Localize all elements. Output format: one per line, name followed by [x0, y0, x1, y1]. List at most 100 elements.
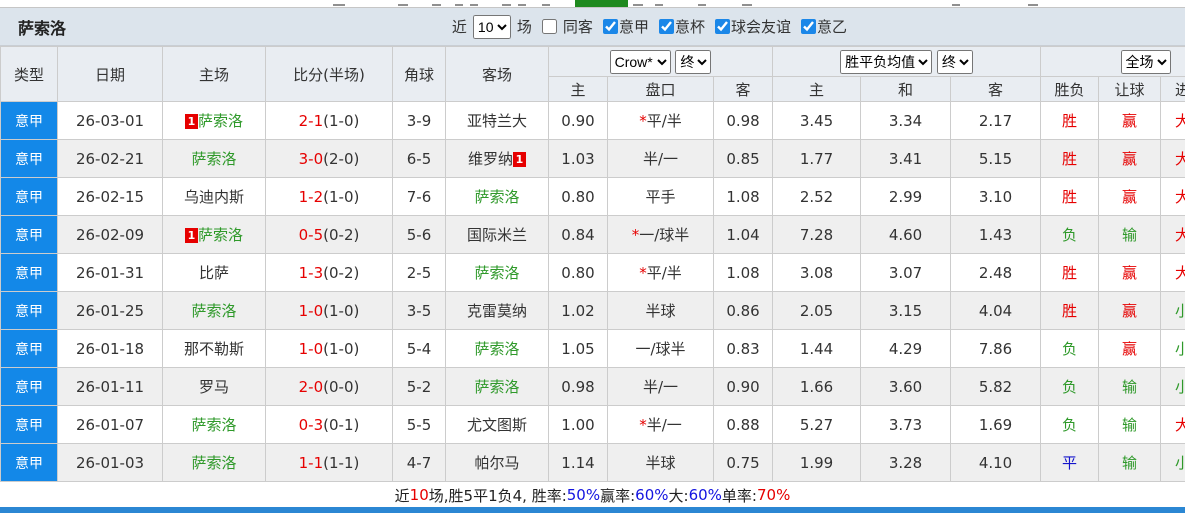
serie-a-checkbox[interactable]: [602, 19, 618, 34]
goals-cell: 大: [1160, 253, 1185, 292]
league-cell: 意甲: [0, 291, 58, 330]
score-cell: 0-3(0-1): [265, 405, 393, 444]
home-team-cell: 那不勒斯: [162, 329, 266, 368]
corner-cell: 3-9: [392, 101, 446, 140]
ah-line-cell: 一/球半: [607, 329, 714, 368]
same-away-checkbox[interactable]: [541, 19, 557, 34]
corner-cell: 7-6: [392, 177, 446, 216]
coppa-checkbox[interactable]: [658, 19, 674, 34]
scope-group-header: 全场: [1040, 46, 1185, 77]
summary-segment: 场,胜5平1负4, 胜率:: [428, 486, 567, 505]
home-team-cell: 罗马: [162, 367, 266, 406]
away-team-cell: 维罗纳 1: [445, 139, 549, 178]
away-team-cell: 萨索洛: [445, 367, 549, 406]
friendly-checkbox[interactable]: [714, 19, 730, 34]
avg-away-cell: 1.69: [950, 405, 1042, 444]
date-cell: 26-01-18: [57, 329, 163, 368]
handicap-result-cell: 赢: [1098, 291, 1162, 330]
ah-away-odds-cell: 0.86: [712, 291, 774, 330]
corner-cell: 5-5: [392, 405, 446, 444]
avg-away-cell: 1.43: [950, 215, 1042, 254]
league-option-serie-a[interactable]: 意甲: [597, 16, 649, 37]
corner-cell: 5-4: [392, 329, 446, 368]
avg-draw-cell: 3.28: [860, 443, 952, 482]
league-option-coppa[interactable]: 意杯: [653, 16, 705, 37]
league-cell: 意甲: [0, 101, 58, 140]
clipped-green-cell: [575, 0, 628, 7]
avg-away-cell: 2.17: [950, 101, 1042, 140]
red-card-badge: 1: [513, 152, 526, 167]
match-row: 意甲 26-01-03 萨索洛 1-1(1-1) 4-7 帕尔马 1.14 半球 0.75 1.9…: [0, 443, 1185, 482]
near-label: 近: [451, 18, 467, 36]
col-header-avg-away: 客: [950, 76, 1042, 102]
ah-line-cell: *一/球半: [607, 215, 714, 254]
goals-cell: 大: [1160, 177, 1185, 216]
home-team-cell: 1 萨索洛: [162, 101, 266, 140]
away-team-cell: 萨索洛: [445, 329, 549, 368]
col-header-date: 日期: [57, 46, 163, 102]
ah-away-odds-cell: 0.75: [712, 443, 774, 482]
summary-segment: 60%: [635, 486, 669, 504]
col-header-goals: 进球: [1160, 76, 1185, 102]
summary-segment: 单率:: [721, 486, 757, 505]
result-cell: 负: [1040, 405, 1100, 444]
avg-draw-cell: 2.99: [860, 177, 952, 216]
ah-home-odds-cell: 0.80: [548, 177, 608, 216]
date-cell: 26-01-31: [57, 253, 163, 292]
goals-cell: 小: [1160, 367, 1185, 406]
ah-away-odds-cell: 1.04: [712, 215, 774, 254]
avg-away-cell: 5.82: [950, 367, 1042, 406]
red-card-badge: 1: [184, 228, 198, 243]
goals-cell: 小: [1160, 329, 1185, 368]
score-cell: 2-0(0-0): [265, 367, 393, 406]
col-header-avg-draw: 和: [860, 76, 952, 102]
ah-line-cell: 半/一: [607, 367, 714, 406]
score-cell: 1-0(1-0): [265, 291, 393, 330]
result-cell: 平: [1040, 443, 1100, 482]
clipped-row-above: [0, 0, 1185, 8]
avg-home-cell: 1.99: [772, 443, 862, 482]
match-row: 意甲 26-03-01 1 萨索洛 2-1(1-0) 3-9 亚特兰大 0.90 *平/半 0.9…: [0, 101, 1185, 140]
summary-segment: 50%: [566, 486, 601, 504]
avg-draw-cell: 3.15: [860, 291, 952, 330]
home-team-cell: 比萨: [162, 253, 266, 292]
col-header-type: 类型: [0, 46, 58, 102]
title-bar: 萨索洛 近 10 场 同客 意甲 意杯 球会友谊 意乙: [0, 8, 1185, 46]
match-row: 意甲 26-01-25 萨索洛 1-0(1-0) 3-5 克雷莫纳 1.02 半球 0.86 2.…: [0, 291, 1185, 330]
matches-suffix-label: 场: [516, 18, 532, 36]
score-cell: 0-5(0-2): [265, 215, 393, 254]
match-row: 意甲 26-01-18 那不勒斯 1-0(1-0) 5-4 萨索洛 1.05 一/球半 0.83…: [0, 329, 1185, 368]
bottom-accent-bar: [0, 507, 1185, 513]
serie-b-checkbox[interactable]: [800, 19, 816, 34]
scope-select[interactable]: 全场: [1120, 49, 1171, 74]
result-cell: 胜: [1040, 139, 1100, 178]
league-cell: 意甲: [0, 405, 58, 444]
avg-draw-cell: 4.60: [860, 215, 952, 254]
avg-home-cell: 3.08: [772, 253, 862, 292]
handicap-result-cell: 赢: [1098, 177, 1162, 216]
match-count-select[interactable]: 10: [472, 14, 511, 39]
league-option-friendly[interactable]: 球会友谊: [709, 16, 791, 37]
match-history-panel: 萨索洛 近 10 场 同客 意甲 意杯 球会友谊 意乙 类型 日期 主场 比分(…: [0, 0, 1185, 513]
col-header-ah-line: 盘口: [607, 76, 714, 102]
same-away-option[interactable]: 同客: [536, 16, 593, 37]
handicap-result-cell: 赢: [1098, 101, 1162, 140]
bookmaker-select[interactable]: Crow*: [609, 49, 671, 74]
home-team-cell: 萨索洛: [162, 291, 266, 330]
league-option-serie-b[interactable]: 意乙: [795, 16, 847, 37]
date-cell: 26-01-25: [57, 291, 163, 330]
avg-away-cell: 3.10: [950, 177, 1042, 216]
score-cell: 2-1(1-0): [265, 101, 393, 140]
avg-home-cell: 2.52: [772, 177, 862, 216]
avg-home-cell: 7.28: [772, 215, 862, 254]
handicap-result-cell: 赢: [1098, 139, 1162, 178]
odds-state-select[interactable]: 终: [936, 49, 973, 74]
result-cell: 胜: [1040, 101, 1100, 140]
away-team-cell: 亚特兰大: [445, 101, 549, 140]
summary-segment: 赢率:: [600, 486, 636, 505]
date-cell: 26-01-07: [57, 405, 163, 444]
ah-state-select[interactable]: 终: [675, 49, 712, 74]
goals-cell: 小: [1160, 291, 1185, 330]
odds-type-select[interactable]: 胜平负均值: [840, 49, 933, 74]
col-header-home: 主场: [162, 46, 266, 102]
